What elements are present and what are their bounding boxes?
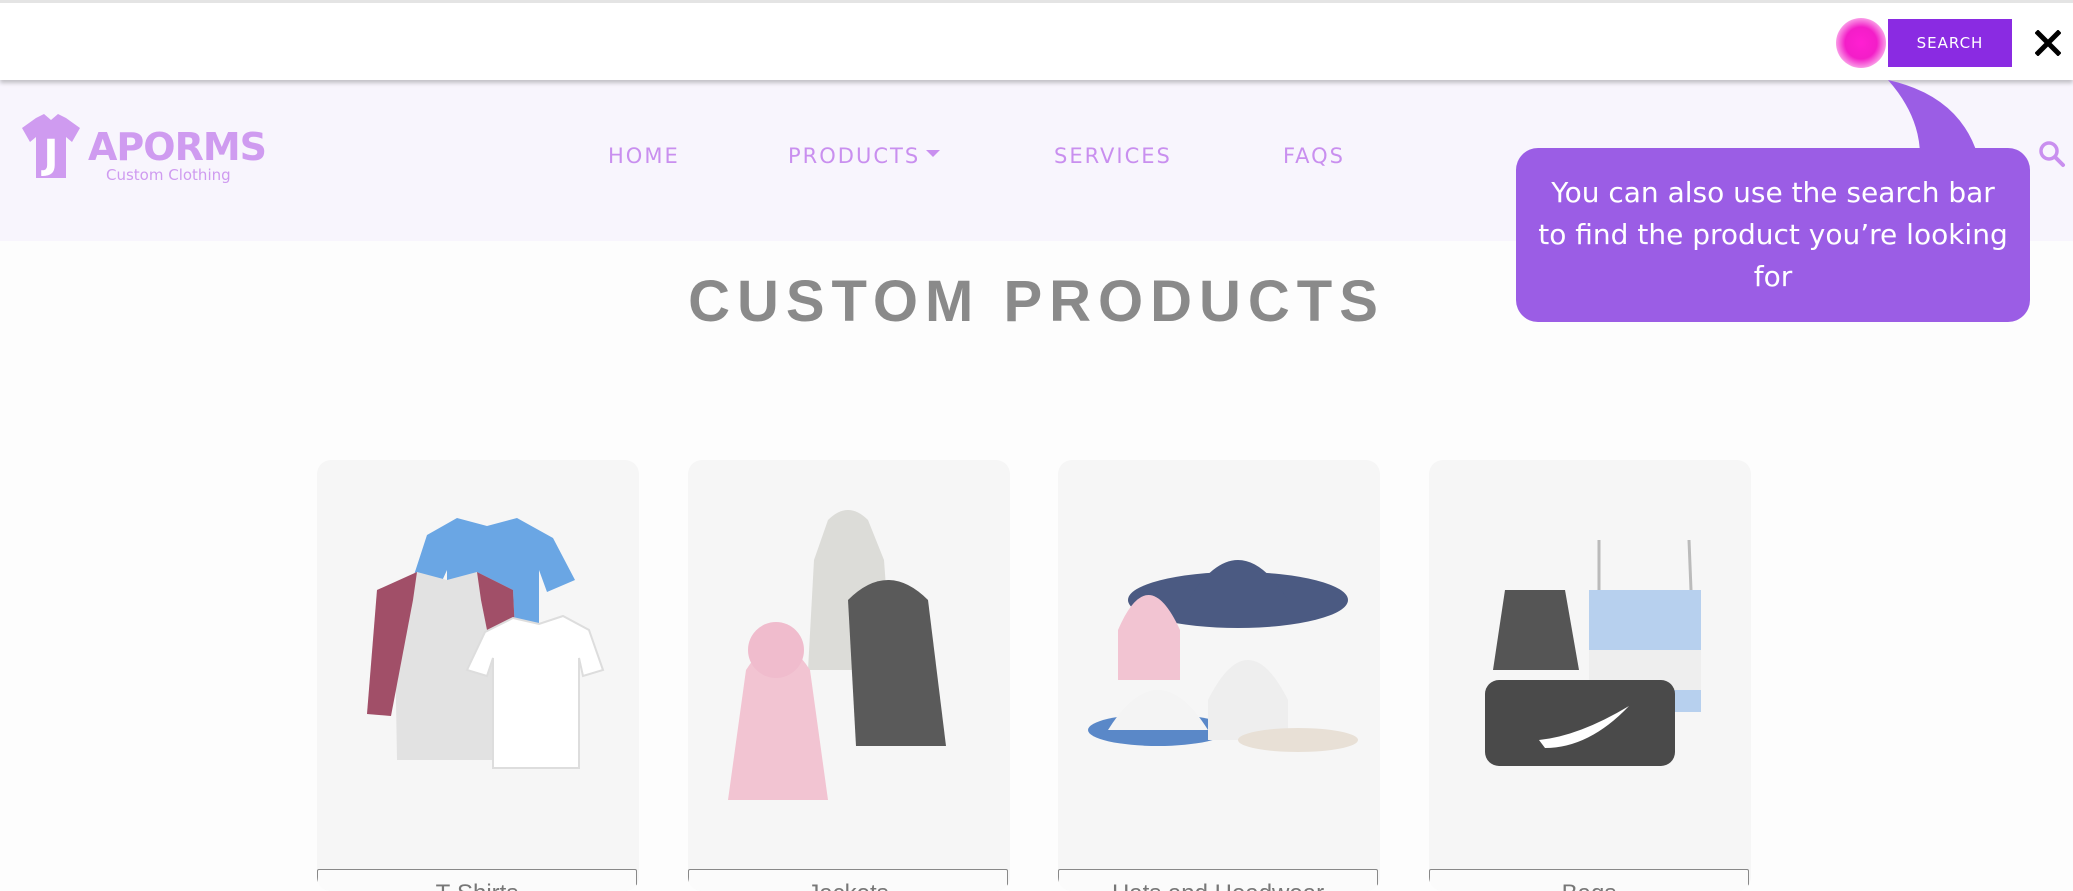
close-search-button[interactable] [2028,21,2068,65]
search-button[interactable]: SEARCH [1888,19,2012,67]
product-card-label: Hats and Headwear [1058,869,1378,891]
logo-mark-letter: J [41,132,59,178]
nav-faqs[interactable]: FAQS [1283,144,1345,170]
nav-home[interactable]: HOME [608,144,680,170]
product-card-jackets[interactable]: Jackets [688,460,1010,891]
brand-tagline: Custom Clothing [106,166,231,184]
brand-name: APORMS [88,125,267,169]
caret-down-icon [926,149,941,157]
bags-image [1485,539,1701,766]
search-icon[interactable] [2038,140,2066,168]
logo-shirt-icon: J [22,114,80,178]
product-card-label: T-Shirts [317,869,637,891]
search-input[interactable] [0,3,1860,77]
nav-services[interactable]: SERVICES [1054,144,1172,170]
product-card-label: Jackets [688,869,1008,891]
nav-products[interactable]: PRODUCTS [788,144,941,170]
product-card-bags[interactable]: Bags [1429,460,1751,891]
search-bar: SEARCH [0,0,2073,80]
product-card-label: Bags [1429,869,1749,891]
close-icon [2035,30,2061,56]
tshirts-image [367,518,605,769]
product-card-tshirts[interactable]: T-Shirts [317,460,639,891]
onboarding-tooltip: You can also use the search bar to find … [1516,148,2030,322]
hats-image [1088,560,1358,752]
jackets-image [728,510,946,800]
brand-logo[interactable]: J APORMS Custom Clothing [16,112,267,190]
nav-products-label: PRODUCTS [788,144,921,168]
tooltip-text: You can also use the search bar to find … [1538,176,2008,293]
tooltip-tail [1888,80,1978,156]
onboarding-hotspot[interactable] [1836,18,1886,68]
product-card-hats[interactable]: Hats and Headwear [1058,460,1380,891]
